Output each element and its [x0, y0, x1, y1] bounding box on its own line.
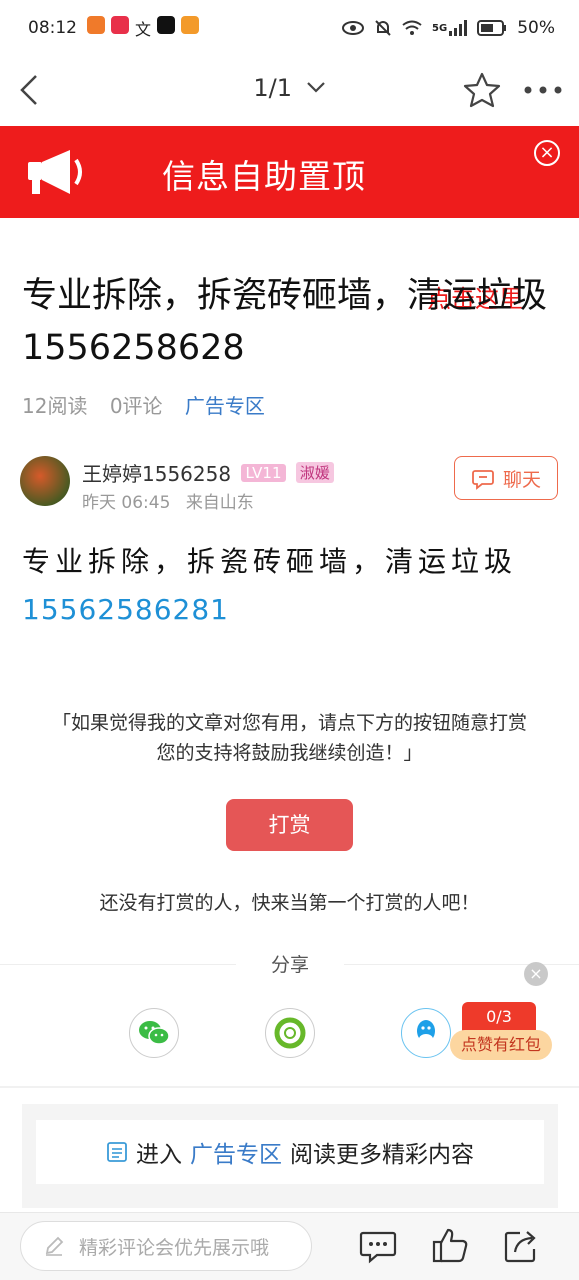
reward-tip-line1: 「如果觉得我的文章对您有用，请点下方的按钮随意打赏 — [51, 712, 527, 734]
post-time: 昨天 06:45 — [82, 493, 171, 513]
megaphone-icon — [28, 150, 82, 194]
author-name-row: 王婷婷1556258 LV11 淑媛 — [82, 458, 334, 487]
wifi-icon — [402, 20, 422, 35]
top-nav: 1/1 — [0, 56, 579, 126]
category-link[interactable]: 广告专区 — [185, 394, 265, 418]
thumbs-up-icon[interactable] — [431, 1227, 469, 1265]
share-icon[interactable] — [502, 1227, 540, 1265]
red-packet-label: 点赞有红包 — [450, 1030, 552, 1060]
post-location: 来自山东 — [185, 493, 254, 513]
more-options-icon[interactable] — [520, 70, 566, 110]
article-title: 专业拆除，拆瓷砖砸墙，清运垃圾1556258628 — [22, 276, 548, 368]
chat-label: 聊天 — [502, 468, 541, 491]
eye-icon — [342, 21, 365, 35]
chat-bubble-icon — [472, 470, 494, 490]
body-text: 专业拆除，拆瓷砖砸墙，清运垃圾 — [22, 545, 518, 578]
more-suffix: 阅读更多精彩内容 — [290, 1142, 474, 1168]
network-type: 5G — [432, 22, 448, 34]
signal-icon — [449, 20, 468, 36]
chat-button[interactable]: 聊天 — [454, 456, 558, 500]
moments-icon[interactable] — [265, 1008, 315, 1058]
more-prefix: 进入 — [136, 1142, 182, 1168]
avatar[interactable] — [20, 456, 70, 506]
page-indicator-text: 1/1 — [253, 74, 292, 102]
list-icon — [107, 1142, 127, 1162]
moments-glyph — [274, 1017, 306, 1049]
red-packet-close-icon[interactable]: × — [524, 962, 548, 986]
no-reward-text: 还没有打赏的人，快来当第一个打赏的人吧！ — [99, 892, 480, 914]
author-row: 王婷婷1556258 LV11 淑媛 昨天 06:45 来自山东 聊天 — [20, 456, 560, 516]
level-badge: LV11 — [241, 464, 286, 482]
comment-input[interactable]: 精彩评论会优先展示哦 — [20, 1221, 312, 1271]
battery-level: 50% — [517, 18, 555, 38]
article-body: 专业拆除，拆瓷砖砸墙，清运垃圾 15562586281 — [22, 538, 562, 634]
comment-count: 0评论 — [109, 394, 163, 418]
title-badge: 淑媛 — [295, 462, 334, 483]
tiktok-icon — [157, 16, 176, 34]
more-content-link[interactable]: 进入 广告专区 阅读更多精彩内容 — [36, 1120, 544, 1184]
status-bar: 08:12 文 5G 50% — [0, 0, 579, 56]
battery-icon — [477, 20, 507, 36]
reward-button[interactable]: 打赏 — [226, 799, 353, 851]
qq-icon[interactable] — [401, 1008, 451, 1058]
more-content-box: 进入 广告专区 阅读更多精彩内容 — [22, 1104, 558, 1208]
qq-glyph — [417, 1020, 435, 1044]
banner-close-icon[interactable]: × — [534, 140, 560, 166]
pencil-icon — [45, 1236, 64, 1256]
more-category: 广告专区 — [190, 1142, 282, 1168]
reward-tip-line2: 您的支持将鼓励我继续创造！」 — [156, 742, 423, 764]
wechat-glyph — [139, 1021, 170, 1045]
read-count: 12阅读 — [22, 394, 88, 418]
bottom-bar: 精彩评论会优先展示哦 — [0, 1212, 579, 1280]
article-meta: 12阅读 0评论 广告专区 — [22, 390, 281, 419]
comment-icon[interactable] — [359, 1227, 397, 1265]
status-time: 08:12 — [28, 18, 77, 38]
red-packet-count: 0/3 — [462, 1002, 536, 1032]
app-notification-icon — [181, 16, 200, 34]
red-packet-widget[interactable]: 0/3 点赞有红包 — [450, 1002, 554, 1062]
translate-icon: 文 — [135, 20, 152, 39]
post-info: 昨天 06:45 来自山东 — [82, 488, 264, 513]
phone-link[interactable]: 15562586281 — [22, 593, 229, 626]
status-right: 5G 50% — [342, 18, 555, 38]
chevron-down-icon — [306, 82, 325, 93]
author-name[interactable]: 王婷婷1556258 — [82, 462, 231, 486]
app-notification-icon — [87, 16, 105, 34]
divider — [0, 1086, 579, 1088]
favorite-star-icon[interactable] — [462, 70, 502, 110]
banner-title: 信息自助置顶 — [162, 157, 366, 196]
promo-banner[interactable]: 信息自助置顶 点击这里 × — [0, 126, 579, 320]
wechat-icon[interactable] — [129, 1008, 179, 1058]
app-notification-icon — [111, 16, 129, 34]
comment-placeholder: 精彩评论会优先展示哦 — [79, 1236, 270, 1259]
mute-bell-icon — [375, 20, 391, 36]
share-label: 分享 — [236, 950, 344, 977]
notification-icons: 文 — [87, 16, 200, 40]
